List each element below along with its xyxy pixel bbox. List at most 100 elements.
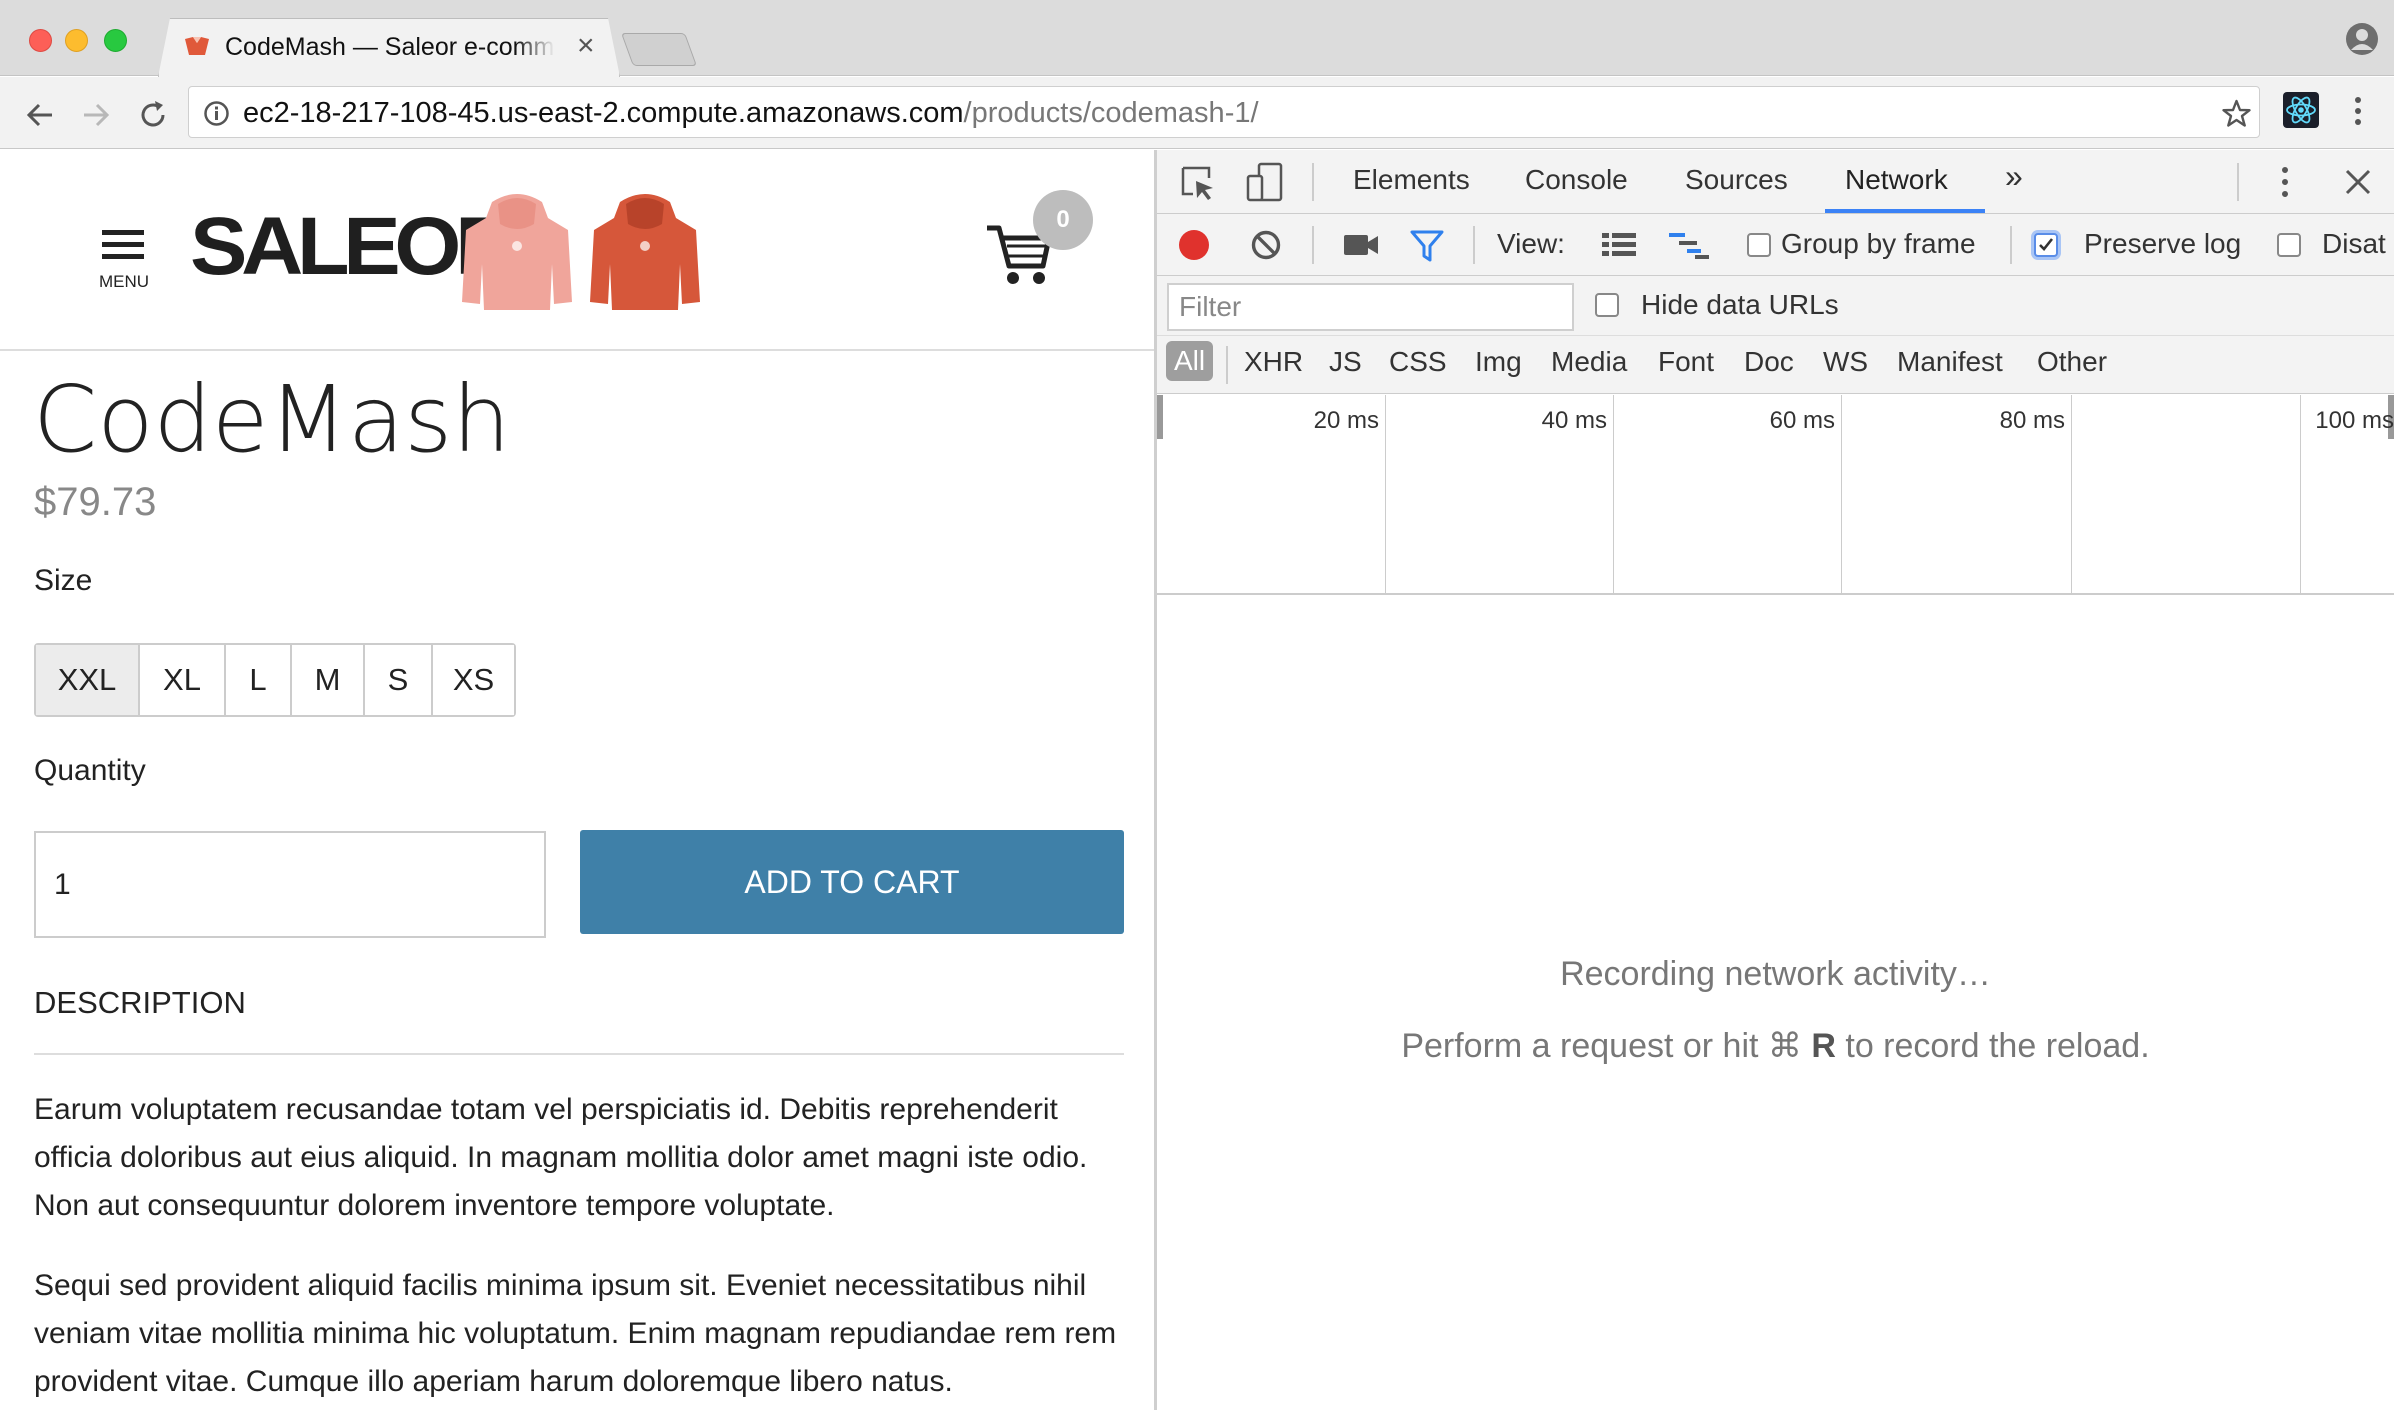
more-tabs-button[interactable]: » [2005,158,2023,195]
group-by-frame-checkbox[interactable] [1747,233,1771,257]
new-tab-button[interactable] [620,33,698,66]
forward-icon[interactable] [76,95,116,135]
inspect-element-icon[interactable] [1179,164,1217,202]
product-title: CodeMash [33,366,511,473]
toolbar-separator [2237,163,2239,201]
size-option-m[interactable]: M [290,645,363,715]
hide-data-urls-checkbox[interactable] [1595,293,1619,317]
clear-icon[interactable] [1250,229,1282,261]
size-label: Size [34,564,93,597]
type-filter-css[interactable]: CSS [1389,346,1447,378]
browser-tab[interactable]: CodeMash — Saleor e-comme × [158,18,620,77]
info-icon[interactable] [203,100,230,127]
bookmark-star-icon[interactable] [2221,98,2252,129]
hamburger-icon [102,230,144,235]
menu-label: MENU [98,272,150,291]
type-filter-img[interactable]: Img [1475,346,1522,378]
disable-cache-checkbox[interactable] [2277,233,2301,257]
browser-toolbar: ec2-18-217-108-45.us-east-2.compute.amaz… [0,77,2394,149]
site-header: MENU SALEOR 0 [0,150,1154,351]
reload-hint: Perform a request or hit ⌘ R to record t… [1157,1026,2394,1066]
group-by-frame-label: Group by frame [1781,228,1976,259]
type-filter-media[interactable]: Media [1551,346,1627,378]
cart-count-badge: 0 [1033,190,1093,250]
profile-icon[interactable] [2345,22,2379,56]
menu-button[interactable]: MENU [98,228,150,291]
tab-elements[interactable]: Elements [1353,164,1470,196]
reload-icon[interactable] [133,95,173,135]
product-price: $79.73 [34,480,157,524]
filter-funnel-icon[interactable] [1409,228,1445,264]
preserve-log-checkbox[interactable] [2034,233,2058,257]
size-option-l[interactable]: L [224,645,290,715]
tab-title: CodeMash — Saleor e-comme [225,33,555,62]
device-toolbar-icon[interactable] [1245,162,1285,202]
filter-input[interactable] [1167,283,1574,331]
timeline-left-handle[interactable] [1157,395,1163,439]
back-icon[interactable] [20,95,60,135]
view-label: View: [1497,228,1565,259]
size-option-s[interactable]: S [363,645,431,715]
size-option-xl[interactable]: XL [138,645,224,715]
type-filter-ws[interactable]: WS [1823,346,1868,378]
network-toolbar: View: Group by frame Preserve log Disat [1157,214,2394,276]
type-filter-font[interactable]: Font [1658,346,1714,378]
toolbar-separator [1312,163,1314,201]
toolbar-separator [1473,226,1475,264]
hamburger-icon-line [102,254,144,259]
resource-type-filter-bar: All XHR JS CSS Img Media Font Doc WS Man… [1157,336,2394,394]
tab-network[interactable]: Network [1845,164,1948,196]
saleor-favicon-icon [185,37,209,55]
reload-hint-prefix: Perform a request or hit ⌘ [1401,1027,1812,1065]
type-filter-manifest[interactable]: Manifest [1897,346,2003,378]
tab-sources[interactable]: Sources [1685,164,1788,196]
screenshot-camera-icon[interactable] [1342,232,1380,258]
filter-row: Hide data URLs [1157,276,2394,336]
type-filter-js[interactable]: JS [1329,346,1362,378]
saleor-logo[interactable]: SALEOR [190,190,710,320]
record-icon[interactable] [1177,228,1211,262]
type-filter-xhr[interactable]: XHR [1244,346,1303,378]
toolbar-separator [2010,226,2012,264]
browser-tab-strip: CodeMash — Saleor e-comme × [0,0,2394,77]
quantity-input[interactable] [34,831,546,938]
url-text: ec2-18-217-108-45.us-east-2.compute.amaz… [243,97,1259,130]
devtools-panel: Elements Console Sources Network » View:… [1157,150,2394,1410]
window-minimize-button[interactable] [65,29,88,52]
quantity-label: Quantity [34,754,146,787]
reload-hint-suffix: to record the reload. [1835,1027,2150,1065]
timeline-tick-label: 40 ms [1541,407,1607,434]
large-rows-icon[interactable] [1600,230,1638,260]
cart-button[interactable]: 0 [985,190,1095,300]
size-option-xs[interactable]: XS [431,645,514,715]
window-close-button[interactable] [29,29,52,52]
timeline-gridline [2071,395,2072,595]
url-host: ec2-18-217-108-45.us-east-2.compute.amaz… [243,97,964,129]
type-filter-doc[interactable]: Doc [1744,346,1794,378]
toolbar-separator [1312,226,1314,264]
description-paragraph: Earum voluptatem recusandae totam vel pe… [34,1093,1088,1222]
timeline-gridline [1385,395,1386,595]
disable-cache-label: Disat [2322,228,2386,259]
waterfall-overview-icon[interactable] [1667,230,1711,260]
type-filter-other[interactable]: Other [2037,346,2107,378]
size-option-xxl[interactable]: XXL [36,645,138,715]
type-filter-all[interactable]: All [1166,341,1214,381]
description-paragraph: Sequi sed provident aliquid facilis mini… [34,1269,1117,1398]
add-to-cart-button[interactable]: ADD TO CART [580,830,1124,934]
red-hoodie-image [590,194,700,310]
description-heading: DESCRIPTION [34,985,246,1020]
address-bar[interactable]: ec2-18-217-108-45.us-east-2.compute.amaz… [188,86,2260,138]
description-divider [34,1053,1124,1055]
tab-close-icon[interactable]: × [577,29,595,63]
tab-console[interactable]: Console [1525,164,1628,196]
react-devtools-extension-icon[interactable] [2283,92,2319,128]
browser-menu-icon[interactable] [2350,94,2366,128]
network-timeline-overview[interactable]: 20 ms 40 ms 60 ms 80 ms 100 ms [1157,395,2394,595]
close-devtools-icon[interactable] [2344,168,2372,196]
pink-hoodie-image [462,194,572,310]
size-selector: XXL XL L M S XS [34,643,516,717]
toolbar-separator [1226,346,1228,384]
window-maximize-button[interactable] [104,29,127,52]
devtools-menu-icon[interactable] [2277,164,2293,200]
